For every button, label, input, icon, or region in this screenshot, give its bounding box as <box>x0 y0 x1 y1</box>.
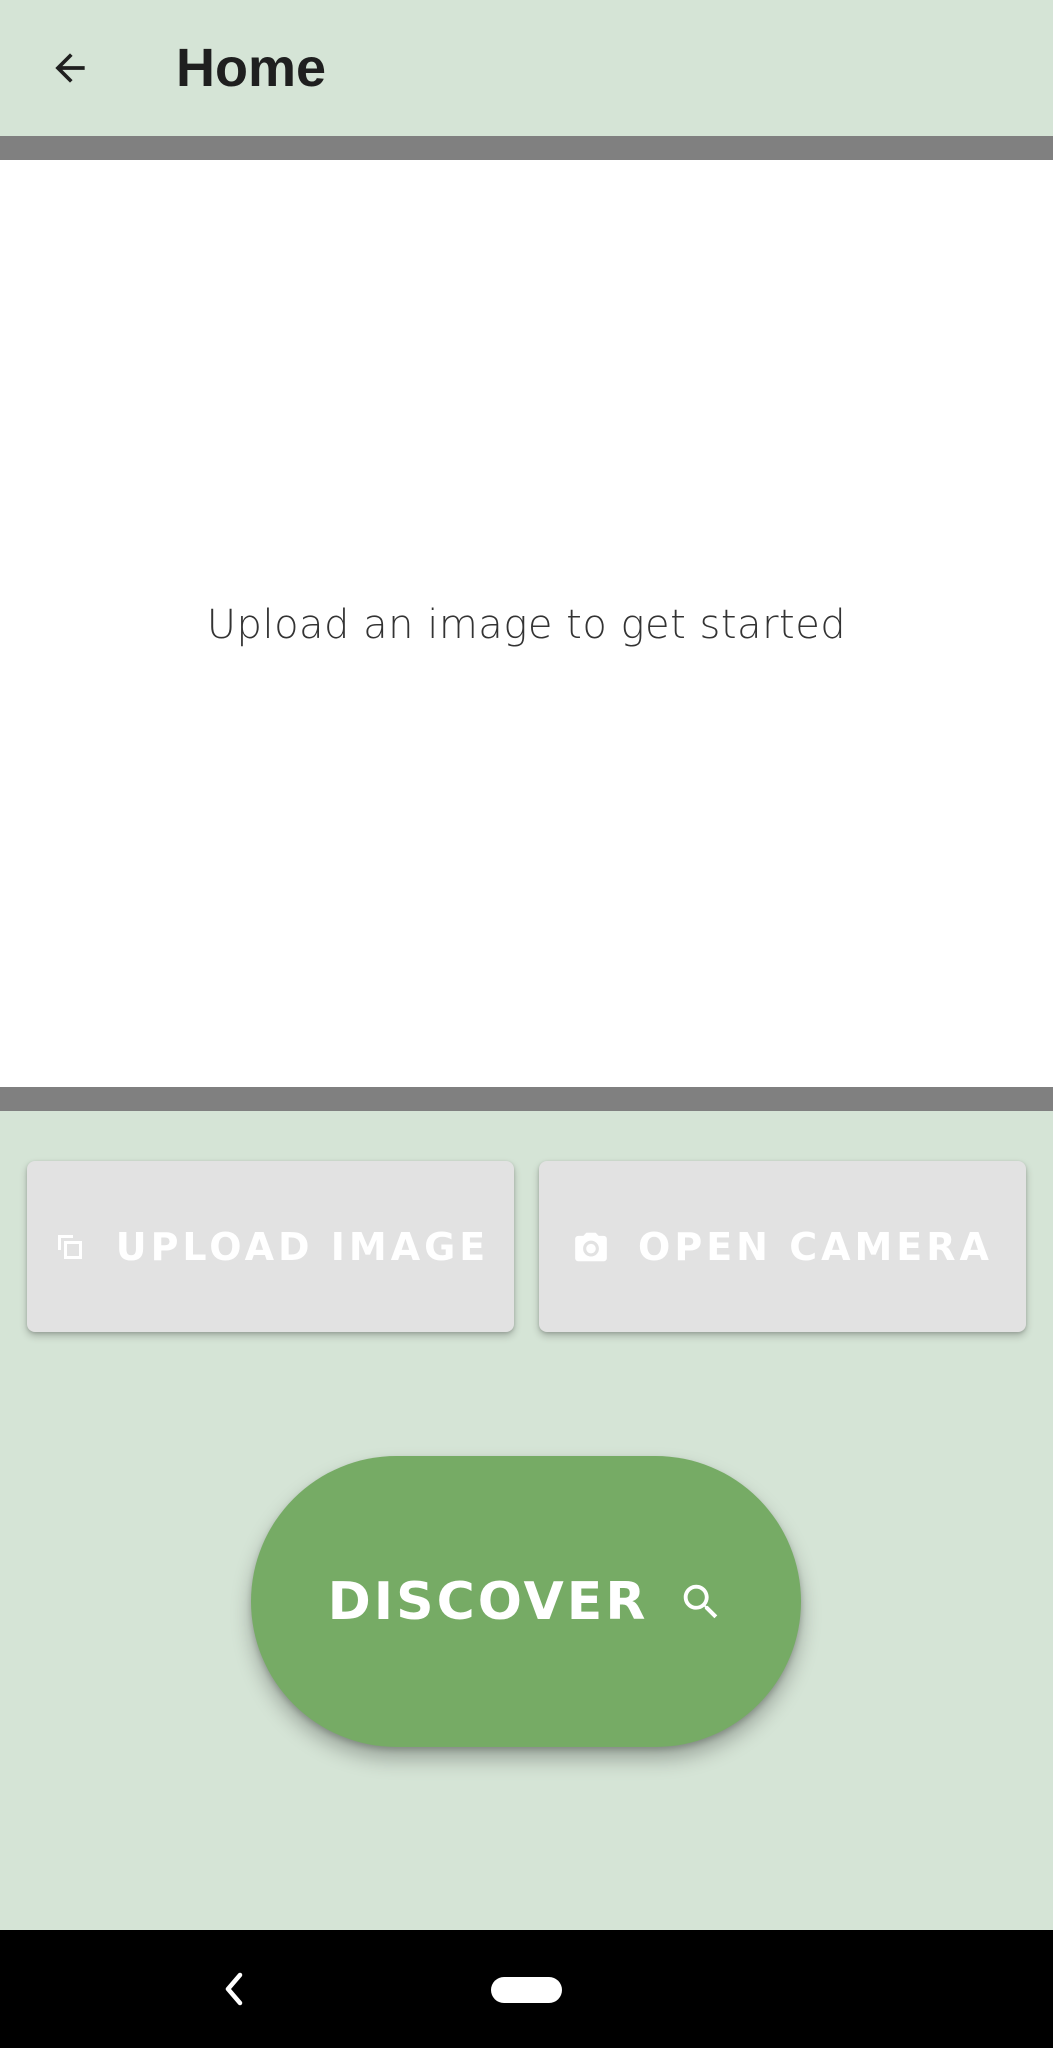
arrow-left-icon <box>55 53 85 83</box>
image-preview-area: Upload an image to get started <box>0 160 1053 1087</box>
system-back-button[interactable] <box>214 1966 254 2012</box>
open-camera-button[interactable]: OPEN CAMERA <box>539 1161 1026 1332</box>
chevron-left-icon <box>225 1972 243 2006</box>
home-screen: Home Upload an image to get started UPLO… <box>0 0 1053 2048</box>
camera-icon <box>575 1232 607 1261</box>
upload-image-button[interactable]: UPLOAD IMAGE <box>27 1161 514 1332</box>
page-title: Home <box>176 38 327 98</box>
discover-label: DISCOVER <box>327 1571 649 1632</box>
back-button[interactable] <box>36 34 104 102</box>
bottom-divider <box>0 1087 1053 1111</box>
search-icon <box>684 1584 718 1618</box>
copy-images-icon <box>57 1234 82 1259</box>
system-home-button[interactable] <box>491 1977 562 2003</box>
discover-button[interactable]: DISCOVER <box>251 1456 801 1747</box>
upload-image-label: UPLOAD IMAGE <box>115 1224 490 1269</box>
top-divider <box>0 136 1053 160</box>
upload-prompt-text: Upload an image to get started <box>206 601 847 648</box>
system-navigation-bar <box>0 1930 1053 2048</box>
open-camera-label: OPEN CAMERA <box>638 1224 993 1269</box>
app-bar: Home <box>0 0 1053 136</box>
